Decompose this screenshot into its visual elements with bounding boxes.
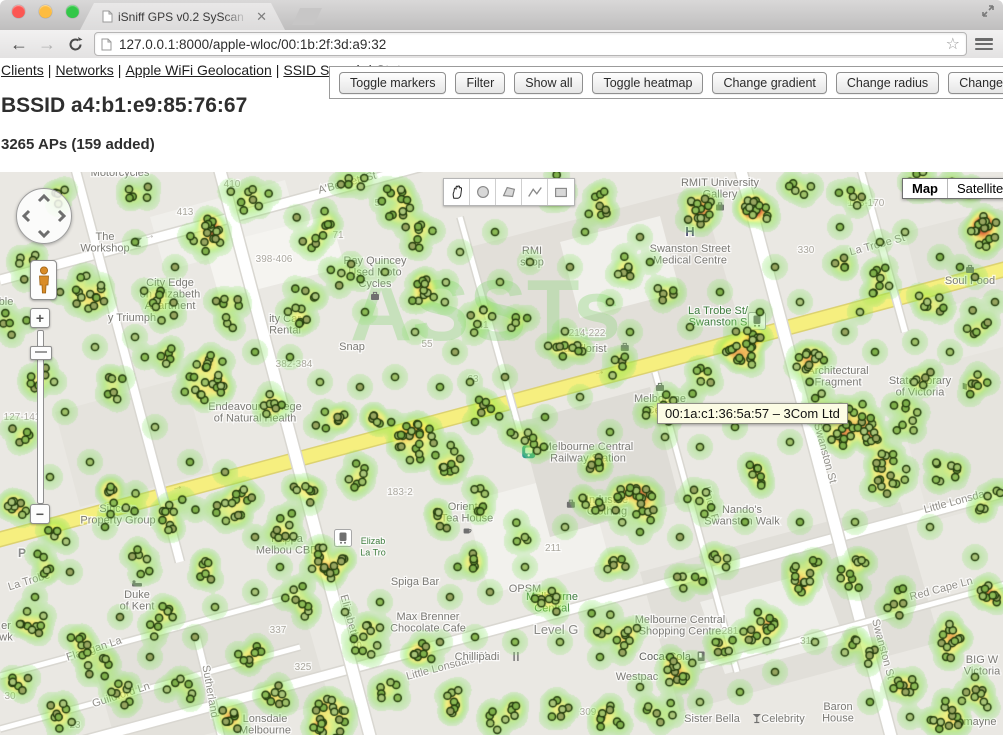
forward-button[interactable]: → (38, 35, 56, 53)
new-tab-button[interactable] (292, 8, 322, 25)
zoom-out-button[interactable]: − (30, 504, 50, 524)
nav-link-clients[interactable]: Clients (1, 62, 44, 78)
map-type-satellite-button[interactable]: Satellite (947, 179, 1003, 198)
nav-link-networks[interactable]: Networks (55, 62, 113, 78)
page-favicon (102, 10, 113, 23)
bookmark-star-icon[interactable]: ☆ (946, 34, 960, 54)
marker-tooltip: 00:1a:c1:36:5a:57 – 3Com Ltd (657, 403, 848, 424)
close-window-icon[interactable] (12, 5, 25, 18)
reload-button[interactable] (67, 36, 84, 53)
draw-rectangle-tool[interactable] (548, 179, 574, 205)
polygon-tool-icon (500, 183, 518, 201)
pan-right-icon (59, 211, 64, 221)
toggle-heatmap-button[interactable]: Toggle heatmap (592, 72, 703, 94)
change-radius-button[interactable]: Change radius (836, 72, 939, 94)
maximize-window-icon[interactable] (66, 5, 79, 18)
expand-window-icon[interactable] (981, 4, 995, 18)
filter-button[interactable]: Filter (455, 72, 505, 94)
map-pan-control[interactable] (16, 188, 72, 244)
pan-down-icon (39, 231, 49, 236)
map-type-map-button[interactable]: Map (903, 179, 947, 198)
omnibox[interactable]: 127.0.0.1:8000/apple-wloc/00:1b:2f:3d:a9… (94, 32, 967, 56)
browser-toolbar: ← → 127.0.0.1:8000/apple-wloc/00:1b:2f:3… (0, 30, 1003, 59)
change-opacity-button[interactable]: Change opacity (948, 72, 1003, 94)
nav-separator: | (114, 62, 126, 78)
browser-tab[interactable]: iSniff GPS v0.2 SyScan Edition ✕ (80, 3, 285, 30)
tab-close-icon[interactable]: ✕ (256, 10, 267, 23)
zoom-in-button[interactable]: + (30, 308, 50, 328)
draw-polygon-tool[interactable] (496, 179, 522, 205)
drawing-toolbar (443, 178, 575, 206)
circle-tool-icon (474, 183, 492, 201)
map-toolbar-panel: Toggle markers Filter Show all Toggle he… (329, 66, 1003, 99)
ap-count-text: 3265 APs (159 added) (1, 136, 155, 153)
url-text[interactable]: 127.0.0.1:8000/apple-wloc/00:1b:2f:3d:a9… (119, 37, 946, 52)
zoom-slider-handle[interactable] (30, 346, 52, 360)
draw-circle-tool[interactable] (470, 179, 496, 205)
map-type-control: Map Satellite (902, 178, 1003, 199)
draw-polyline-tool[interactable] (522, 179, 548, 205)
show-all-button[interactable]: Show all (514, 72, 583, 94)
nav-link-apple-wifi-geolocation[interactable]: Apple WiFi Geolocation (125, 62, 271, 78)
nav-separator: | (272, 62, 284, 78)
pan-up-icon (39, 196, 49, 201)
toggle-markers-button[interactable]: Toggle markers (339, 72, 446, 94)
window-controls (12, 5, 79, 18)
page-icon (101, 38, 112, 51)
page-title: BSSID a4:b1:e9:85:76:67 (1, 94, 247, 118)
browser-menu-icon[interactable] (975, 38, 993, 50)
tab-title: iSniff GPS v0.2 SyScan Edition (118, 10, 252, 24)
change-gradient-button[interactable]: Change gradient (712, 72, 826, 94)
map-view[interactable]: ASSTs→→→→A'Beckett StLa Trobe StLa Trobe… (0, 172, 1003, 735)
pegman-control[interactable] (30, 260, 57, 300)
page-content: Clients|Networks|Apple WiFi Geolocation|… (0, 58, 1003, 172)
nav-separator: | (44, 62, 56, 78)
pegman-icon (36, 266, 52, 294)
heatmap-canvas[interactable] (0, 172, 1003, 735)
pan-hand-tool[interactable] (444, 179, 470, 205)
back-button[interactable]: ← (10, 35, 28, 53)
pan-left-icon (24, 211, 29, 221)
browser-titlebar: iSniff GPS v0.2 SyScan Edition ✕ (0, 0, 1003, 31)
hand-icon (448, 183, 466, 201)
minimize-window-icon[interactable] (39, 5, 52, 18)
rectangle-tool-icon (552, 183, 570, 201)
polyline-tool-icon (526, 183, 544, 201)
